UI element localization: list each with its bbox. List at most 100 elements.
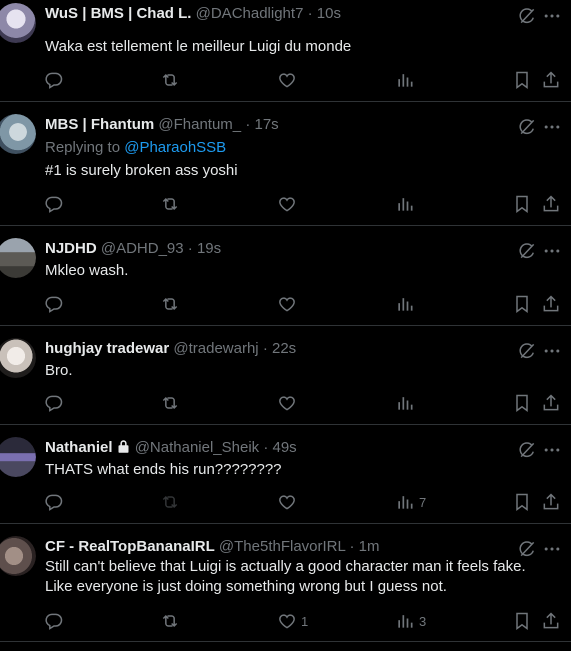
like-icon xyxy=(279,396,295,411)
grok-icon[interactable] xyxy=(517,6,537,26)
avatar[interactable] xyxy=(0,338,36,378)
timestamp[interactable]: 10s xyxy=(317,5,341,22)
tweet[interactable]: Nathaniel @Nathaniel_Sheik · 49s THATS w… xyxy=(0,425,571,524)
separator: · xyxy=(187,240,193,257)
avatar[interactable] xyxy=(0,3,36,43)
share-button[interactable] xyxy=(541,609,561,633)
bookmark-icon xyxy=(516,612,528,630)
display-name[interactable]: hughjay tradewar xyxy=(45,340,169,357)
separator: · xyxy=(245,116,251,133)
separator: · xyxy=(349,538,355,555)
bookmark-button[interactable] xyxy=(512,192,532,216)
user-handle[interactable]: @DAChadlight7 xyxy=(196,5,304,22)
tweet[interactable]: WuS | BMS | Chad L. @DAChadlight7 · 10s … xyxy=(0,0,571,102)
reply-icon xyxy=(45,395,63,412)
tweet-text: THATS what ends his run???????? xyxy=(45,461,282,478)
reply-icon xyxy=(45,72,63,89)
more-icon[interactable] xyxy=(542,6,562,26)
reply-button[interactable] xyxy=(44,490,64,514)
tweet-text: Bro. xyxy=(45,362,73,379)
timestamp[interactable]: 22s xyxy=(272,340,296,357)
reply-button[interactable] xyxy=(44,292,64,316)
display-name[interactable]: CF - RealTopBananaIRL xyxy=(45,538,215,555)
like-button[interactable] xyxy=(277,68,297,92)
display-name[interactable]: WuS | BMS | Chad L. xyxy=(45,5,191,22)
like-button[interactable] xyxy=(277,192,297,216)
timestamp[interactable]: 49s xyxy=(273,439,297,456)
tweet-header: NJDHD @ADHD_93 · 19s xyxy=(45,239,221,259)
reply-button[interactable] xyxy=(44,192,64,216)
display-name[interactable]: Nathaniel xyxy=(45,439,113,456)
share-button[interactable] xyxy=(541,490,561,514)
avatar[interactable] xyxy=(0,437,36,477)
views-button[interactable] xyxy=(395,68,415,92)
tweet[interactable]: hughjay tradewar @tradewarhj · 22s Bro. xyxy=(0,326,571,425)
bookmark-button[interactable] xyxy=(512,391,532,415)
retweet-button[interactable] xyxy=(160,391,180,415)
avatar[interactable] xyxy=(0,536,36,576)
share-icon xyxy=(543,394,559,411)
grok-icon[interactable] xyxy=(517,117,537,137)
bookmark-button[interactable] xyxy=(512,292,532,316)
user-handle[interactable]: @ADHD_93 xyxy=(101,240,184,257)
like-icon xyxy=(279,495,295,510)
grok-icon[interactable] xyxy=(517,440,537,460)
grok-icon[interactable] xyxy=(517,241,537,261)
retweet-button[interactable] xyxy=(160,68,180,92)
tweet-header: Nathaniel @Nathaniel_Sheik · 49s xyxy=(45,438,297,458)
more-icon[interactable] xyxy=(542,117,562,137)
timestamp[interactable]: 19s xyxy=(197,240,221,257)
reply-button[interactable] xyxy=(44,68,64,92)
bookmark-button[interactable] xyxy=(512,490,532,514)
replying-to-mention[interactable]: @PharaohSSB xyxy=(124,139,226,156)
like-button[interactable] xyxy=(277,391,297,415)
tweet[interactable]: MBS | Fhantum @Fhantum_ · 17s Replying t… xyxy=(0,102,571,226)
retweet-button[interactable] xyxy=(160,292,180,316)
retweet-button[interactable] xyxy=(160,192,180,216)
retweet-button[interactable] xyxy=(160,609,180,633)
share-button[interactable] xyxy=(541,292,561,316)
reply-button[interactable] xyxy=(44,391,64,415)
more-icon[interactable] xyxy=(542,440,562,460)
grok-icon[interactable] xyxy=(517,341,537,361)
more-icon[interactable] xyxy=(542,539,562,559)
user-handle[interactable]: @The5thFlavorIRL xyxy=(219,538,345,555)
timestamp[interactable]: 17s xyxy=(254,116,278,133)
timestamp[interactable]: 1m xyxy=(359,538,380,555)
share-icon xyxy=(543,612,559,629)
tweet[interactable]: NJDHD @ADHD_93 · 19s Mkleo wash. xyxy=(0,226,571,326)
views-button[interactable] xyxy=(395,292,415,316)
views-button[interactable]: 3 xyxy=(395,609,426,633)
user-handle[interactable]: @tradewarhj xyxy=(173,340,258,357)
views-button[interactable] xyxy=(395,192,415,216)
like-button[interactable] xyxy=(277,292,297,316)
separator: · xyxy=(263,439,269,456)
tweet-header: MBS | Fhantum @Fhantum_ · 17s xyxy=(45,115,279,135)
bookmark-button[interactable] xyxy=(512,609,532,633)
tweet[interactable]: CF - RealTopBananaIRL @The5thFlavorIRL ·… xyxy=(0,524,571,642)
more-icon[interactable] xyxy=(542,341,562,361)
views-button[interactable] xyxy=(395,391,415,415)
avatar[interactable] xyxy=(0,114,36,154)
display-name[interactable]: MBS | Fhantum xyxy=(45,116,154,133)
user-handle[interactable]: @Fhantum_ xyxy=(158,116,241,133)
bookmark-button[interactable] xyxy=(512,68,532,92)
views-icon xyxy=(398,397,413,410)
user-handle[interactable]: @Nathaniel_Sheik xyxy=(135,439,259,456)
share-button[interactable] xyxy=(541,391,561,415)
more-icon[interactable] xyxy=(542,241,562,261)
grok-icon[interactable] xyxy=(517,539,537,559)
like-icon xyxy=(279,614,295,629)
bookmark-icon xyxy=(516,394,528,412)
tweet-header: CF - RealTopBananaIRL @The5thFlavorIRL ·… xyxy=(45,537,379,557)
views-button[interactable]: 7 xyxy=(395,490,426,514)
avatar[interactable] xyxy=(0,238,36,278)
reply-button[interactable] xyxy=(44,609,64,633)
like-button[interactable]: 1 xyxy=(277,609,308,633)
tweet-actions xyxy=(0,192,571,216)
like-button[interactable] xyxy=(277,490,297,514)
share-button[interactable] xyxy=(541,68,561,92)
display-name[interactable]: NJDHD xyxy=(45,240,97,257)
share-icon xyxy=(543,493,559,510)
share-button[interactable] xyxy=(541,192,561,216)
